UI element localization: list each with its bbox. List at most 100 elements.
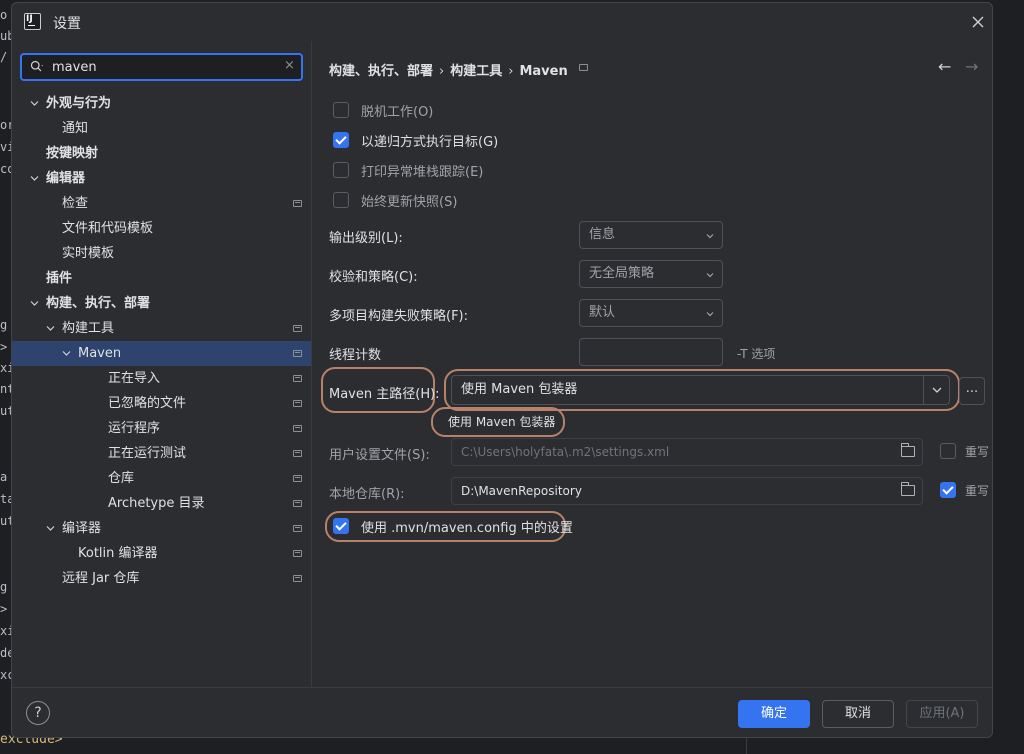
checkbox-label: 使用 .mvn/maven.config 中的设置 [361,520,573,536]
maven-home-select[interactable]: 使用 Maven 包装器 [451,375,950,405]
output-level-value: 信息 [589,227,616,242]
chevron-down-icon[interactable] [62,349,71,358]
pin-icon [293,200,302,207]
search-input[interactable] [52,57,272,77]
tree-item[interactable]: 正在运行测试 [12,441,311,466]
user-settings-override[interactable]: 重写 [940,441,989,461]
chevron-down-icon[interactable] [30,299,39,308]
maven-home-dropdown-button[interactable] [923,376,949,404]
tree-item[interactable]: 仓库 [12,466,311,491]
use-mvn-config-checkbox[interactable]: 使用 .mvn/maven.config 中的设置 [333,516,573,536]
work-offline-checkbox[interactable]: 脱机工作(O) [333,100,433,120]
checkbox-box[interactable] [333,518,349,534]
pin-icon [293,450,302,457]
local-repo-input[interactable]: D:\MavenRepository [451,477,923,505]
output-level-select[interactable]: 信息 [579,221,723,249]
help-button[interactable]: ? [26,701,50,725]
ok-button[interactable]: 确定 [738,700,810,728]
thread-count-input[interactable] [579,338,723,366]
breadcrumb-item-current: Maven [519,64,568,79]
checksum-policy-label: 校验和策略(C): [329,270,418,285]
user-settings-label: 用户设置文件(S): [329,448,430,463]
output-level-label: 输出级别(L): [329,231,403,246]
tree-item-label: Maven [78,346,122,361]
tree-item-label: 远程 Jar 仓库 [62,571,140,586]
editor-line: > [0,602,8,616]
tree-item[interactable]: 插件 [12,266,311,291]
chevron-down-icon[interactable] [30,99,39,108]
tree-item[interactable]: 检查 [12,191,311,216]
maven-home-browse-button[interactable]: ... [959,377,985,405]
tree-item[interactable]: 正在导入 [12,366,311,391]
tree-item[interactable]: Maven [12,341,311,366]
settings-search[interactable]: × [20,53,303,81]
tree-item-label: 插件 [46,271,73,286]
tree-item-label: 构建、执行、部署 [46,296,151,311]
tree-item[interactable]: 通知 [12,116,311,141]
recursive-goals-checkbox[interactable]: 以递归方式执行目标(G) [333,130,498,150]
chevron-down-icon[interactable] [46,324,55,333]
checkbox-box[interactable] [940,443,956,459]
clear-search-icon[interactable]: × [284,58,295,73]
pin-icon [579,64,588,71]
editor-line: o [0,8,8,22]
maven-settings-panel: 构建、执行、部署 › 构建工具 › Maven ← → 脱机工作(O) 以递归方式执行目… [313,41,992,687]
tree-item[interactable]: Archetype 目录 [12,491,311,516]
tree-item[interactable]: 远程 Jar 仓库 [12,566,311,591]
checksum-policy-select[interactable]: 无全局策略 [579,260,723,288]
checkbox-box[interactable] [333,102,349,118]
tree-item-label: 正在运行测试 [108,446,187,461]
checkbox-box[interactable] [333,162,349,178]
maven-home-tooltip: 使用 Maven 包装器 [441,411,563,433]
chevron-down-icon[interactable] [46,524,55,533]
tree-item-label: 文件和代码模板 [62,221,154,236]
checkbox-box[interactable] [333,132,349,148]
tree-item[interactable]: 外观与行为 [12,91,311,116]
editor-line: g [0,318,8,332]
tree-item-label: 编辑器 [46,171,86,186]
pin-icon [293,400,302,407]
pin-icon [293,375,302,382]
checkbox-box[interactable] [333,192,349,208]
tree-item-label: 已忽略的文件 [108,396,187,411]
tree-item[interactable]: Kotlin 编译器 [12,541,311,566]
tree-item[interactable]: 编辑器 [12,166,311,191]
tree-item-label: 仓库 [108,471,135,486]
checkbox-box[interactable] [940,482,956,498]
tree-item[interactable]: 构建工具 [12,316,311,341]
apply-button[interactable]: 应用(A) [906,700,978,728]
tree-item[interactable]: 实时模板 [12,241,311,266]
tree-item[interactable]: 已忽略的文件 [12,391,311,416]
pin-icon [293,350,302,357]
tree-item-label: 外观与行为 [46,96,112,111]
multiproject-fail-select[interactable]: 默认 [579,299,723,327]
chevron-down-icon [706,312,714,317]
tree-item-label: 按键映射 [46,146,99,161]
close-button[interactable] [967,11,989,33]
checksum-policy-value: 无全局策略 [589,266,655,281]
tree-item-label: Archetype 目录 [108,496,205,511]
tree-item[interactable]: 运行程序 [12,416,311,441]
dialog-titlebar: IJ 设置 [12,3,992,41]
forward-arrow-icon[interactable]: → [965,57,978,76]
tree-item-label: 正在导入 [108,371,161,386]
tree-item[interactable]: 按键映射 [12,141,311,166]
print-stacktrace-checkbox[interactable]: 打印异常堆栈跟踪(E) [333,160,483,180]
tree-item-label: 实时模板 [62,246,115,261]
cancel-button[interactable]: 取消 [822,700,894,728]
user-settings-input[interactable]: C:\Users\holyfata\.m2\settings.xml [451,438,923,466]
tree-item[interactable]: 构建、执行、部署 [12,291,311,316]
thread-count-hint: -T 选项 [737,347,776,361]
breadcrumb-item: 构建工具 [450,64,503,79]
chevron-down-icon[interactable] [30,174,39,183]
tree-item-label: 构建工具 [62,321,115,336]
tree-item[interactable]: 编译器 [12,516,311,541]
local-repo-override[interactable]: 重写 [940,480,989,500]
folder-icon[interactable] [901,482,915,496]
dialog-footer: ? 确定 取消 应用(A) [12,687,992,737]
update-snapshots-checkbox[interactable]: 始终更新快照(S) [333,190,457,210]
back-arrow-icon[interactable]: ← [938,57,951,76]
folder-icon[interactable] [901,443,915,457]
checkbox-label: 始终更新快照(S) [361,194,458,210]
tree-item[interactable]: 文件和代码模板 [12,216,311,241]
